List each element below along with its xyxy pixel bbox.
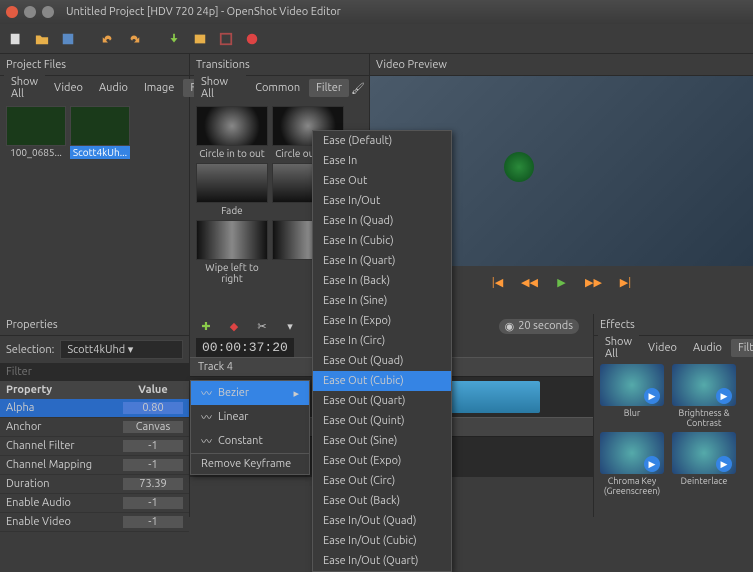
properties-filter-input[interactable] xyxy=(0,363,189,381)
play-button[interactable]: ▶ xyxy=(552,272,572,292)
curve-icon: 〰 xyxy=(201,409,212,425)
timeline-marker-button[interactable]: ▾ xyxy=(280,316,300,336)
effect-item[interactable]: Chroma Key (Greenscreen) xyxy=(598,432,666,496)
menu-item-remove-keyframe[interactable]: Remove Keyframe xyxy=(191,453,309,474)
project-files-title: Project Files xyxy=(6,59,66,71)
titlebar: Untitled Project [HDV 720 24p] - OpenSho… xyxy=(0,0,753,24)
window-close-button[interactable] xyxy=(6,6,18,18)
menu-item-easing[interactable]: Ease Out (Quint) xyxy=(313,411,451,431)
selection-label: Selection: xyxy=(6,344,54,356)
property-row-anchor[interactable]: AnchorCanvas xyxy=(0,418,189,437)
brush-icon[interactable]: 🖌 xyxy=(351,82,365,95)
timeline-snap-button[interactable]: ◆ xyxy=(224,316,244,336)
profile-button[interactable] xyxy=(190,29,210,49)
menu-item-easing[interactable]: Ease In/Out (Quart) xyxy=(313,551,451,571)
timeline-razor-button[interactable]: ✂ xyxy=(252,316,272,336)
open-project-button[interactable] xyxy=(32,29,52,49)
timeline-panel: ✚ ◆ ✂ ▾ ◀ ▶ ⊙ ◉ 20 seconds 00:00:37:20 T… xyxy=(190,314,593,517)
menu-item-easing[interactable]: Ease In (Quad) xyxy=(313,211,451,231)
effect-item[interactable]: Brightness & Contrast xyxy=(670,364,738,428)
window-title: Untitled Project [HDV 720 24p] - OpenSho… xyxy=(66,6,341,18)
transition-item[interactable]: Fade xyxy=(196,163,268,216)
fastforward-button[interactable]: ▶▶ xyxy=(584,272,604,292)
properties-header: PropertyValue xyxy=(0,381,189,399)
tab-show-all[interactable]: Show All xyxy=(598,333,639,363)
effects-title: Effects xyxy=(600,319,635,331)
menu-item-easing[interactable]: Ease In (Cubic) xyxy=(313,231,451,251)
menu-item-easing[interactable]: Ease Out (Sine) xyxy=(313,431,451,451)
menu-item-easing[interactable]: Ease Out (Expo) xyxy=(313,451,451,471)
selection-dropdown[interactable]: Scott4kUhd ▾ xyxy=(60,340,183,359)
menu-item-easing[interactable]: Ease In (Expo) xyxy=(313,311,451,331)
transition-item[interactable]: Circle in to out xyxy=(196,106,268,159)
menu-item-easing[interactable]: Ease In/Out xyxy=(313,191,451,211)
easing-submenu: Ease (Default)Ease InEase OutEase In/Out… xyxy=(312,130,452,572)
tab-audio[interactable]: Audio xyxy=(92,79,135,97)
save-project-button[interactable] xyxy=(58,29,78,49)
menu-item-easing[interactable]: Ease In/Out (Quad) xyxy=(313,511,451,531)
tab-image[interactable]: Image xyxy=(137,79,181,97)
curve-icon: 〰 xyxy=(201,385,212,401)
menu-item-easing[interactable]: Ease Out (Quart) xyxy=(313,391,451,411)
menu-item-easing[interactable]: Ease Out xyxy=(313,171,451,191)
jump-start-button[interactable]: |◀ xyxy=(488,272,508,292)
timeline-zoom-duration[interactable]: ◉ 20 seconds xyxy=(499,319,579,334)
menu-item-easing[interactable]: Ease Out (Circ) xyxy=(313,471,451,491)
tab-filter[interactable]: Filter xyxy=(309,79,349,97)
menu-item-easing[interactable]: Ease In (Quart) xyxy=(313,251,451,271)
tab-show-all[interactable]: Show All xyxy=(4,73,45,103)
property-row-enable-video[interactable]: Enable Video-1 xyxy=(0,513,189,532)
tab-filter[interactable]: Filter xyxy=(731,339,753,357)
project-file-item[interactable]: 100_0685... xyxy=(6,106,66,159)
rewind-button[interactable]: ◀◀ xyxy=(520,272,540,292)
menu-item-easing[interactable]: Ease Out (Cubic) xyxy=(313,371,451,391)
properties-panel: Properties Selection: Scott4kUhd ▾ Prope… xyxy=(0,314,190,517)
import-button[interactable] xyxy=(164,29,184,49)
menu-item-linear[interactable]: 〰 Linear xyxy=(191,405,309,429)
window-minimize-button[interactable] xyxy=(24,6,36,18)
property-row-alpha[interactable]: Alpha0.80 xyxy=(0,399,189,418)
jump-end-button[interactable]: ▶| xyxy=(616,272,636,292)
fullscreen-button[interactable] xyxy=(216,29,236,49)
timecode-display: 00:00:37:20 xyxy=(196,338,294,357)
menu-item-easing[interactable]: Ease In/Out (Cubic) xyxy=(313,531,451,551)
menu-item-easing[interactable]: Ease In (Circ) xyxy=(313,331,451,351)
menu-item-constant[interactable]: 〰 Constant xyxy=(191,429,309,453)
window-maximize-button[interactable] xyxy=(42,6,54,18)
tab-show-all[interactable]: Show All xyxy=(194,73,246,103)
property-row-duration[interactable]: Duration73.39 xyxy=(0,475,189,494)
menu-item-easing[interactable]: Ease In (Sine) xyxy=(313,291,451,311)
menu-item-easing[interactable]: Ease In xyxy=(313,151,451,171)
tab-common[interactable]: Common xyxy=(248,79,307,97)
tab-video[interactable]: Video xyxy=(47,79,90,97)
project-file-item[interactable]: Scott4kUh... xyxy=(70,106,130,159)
tab-video[interactable]: Video xyxy=(641,339,684,357)
curve-icon: 〰 xyxy=(201,433,212,449)
menu-item-bezier[interactable]: 〰 Bezier xyxy=(191,381,309,405)
project-files-panel: Project Files Show AllVideoAudioImageFil… xyxy=(0,54,190,314)
menu-item-easing[interactable]: Ease Out (Quad) xyxy=(313,351,451,371)
transitions-title: Transitions xyxy=(196,59,250,71)
property-row-channel-filter[interactable]: Channel Filter-1 xyxy=(0,437,189,456)
property-row-channel-mapping[interactable]: Channel Mapping-1 xyxy=(0,456,189,475)
timeline-add-track-button[interactable]: ✚ xyxy=(196,316,216,336)
menu-item-easing[interactable]: Ease In (Back) xyxy=(313,271,451,291)
properties-title: Properties xyxy=(6,319,58,331)
main-toolbar xyxy=(0,24,753,54)
effect-item[interactable]: Blur xyxy=(598,364,666,428)
undo-button[interactable] xyxy=(98,29,118,49)
new-project-button[interactable] xyxy=(6,29,26,49)
video-preview-title: Video Preview xyxy=(376,59,447,71)
menu-item-easing[interactable]: Ease (Default) xyxy=(313,131,451,151)
menu-item-easing[interactable]: Ease Out (Back) xyxy=(313,491,451,511)
effects-panel: Effects Show AllVideoAudioFilter🖌 BlurBr… xyxy=(593,314,753,517)
transition-item[interactable]: Wipe left to right xyxy=(196,220,268,284)
redo-button[interactable] xyxy=(124,29,144,49)
keyframe-context-menu: 〰 Bezier〰 Linear〰 ConstantRemove Keyfram… xyxy=(190,380,310,475)
export-button[interactable] xyxy=(242,29,262,49)
effect-item[interactable]: Deinterlace xyxy=(670,432,738,496)
tab-audio[interactable]: Audio xyxy=(686,339,729,357)
property-row-enable-audio[interactable]: Enable Audio-1 xyxy=(0,494,189,513)
